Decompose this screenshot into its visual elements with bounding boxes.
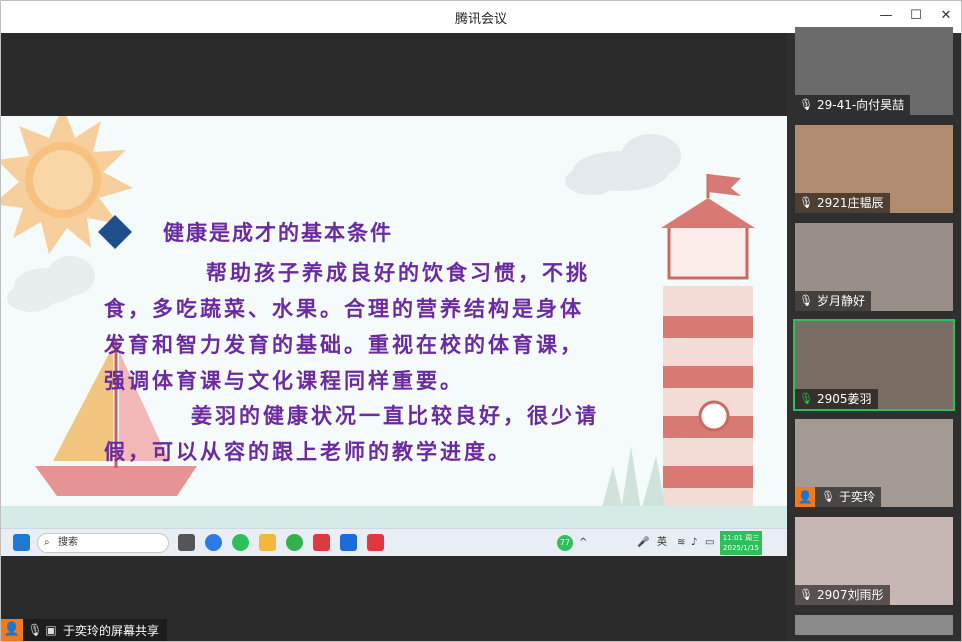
participant-sidebar[interactable]: 🎙 29-41-向付昊喆 🎙 2921庄韫辰 🎙 岁月静好 🎙 2905姜羽 👤… [787, 27, 961, 641]
edge-browser-icon [205, 534, 222, 551]
participant-name: 2905姜羽 [816, 392, 872, 406]
windows-start-icon [13, 534, 30, 551]
participant-name: 岁月静好 [816, 294, 865, 308]
screen-share-area: 健康是成才的基本条件 帮助孩子养成良好的饮食习惯，不挑 食，多吃蔬菜、水果。合理… [1, 33, 787, 641]
chevron-up-icon: ^ [579, 537, 588, 548]
participant-nameplate: 🎙 29-41-向付昊喆 [795, 95, 911, 115]
participant-tile[interactable]: 🎙 2907刘雨彤 [795, 517, 953, 605]
participant-name: 29-41-向付昊喆 [816, 98, 905, 112]
presenter-label: 于奕玲的屏幕共享 [63, 623, 160, 638]
mic-muted-icon: 🎙 [799, 294, 813, 307]
clock-time: 11:01 周三 [722, 534, 760, 542]
task-view-icon [178, 534, 195, 551]
taskbar-search-label: 搜索 [58, 537, 78, 548]
mic-muted-icon: 🎙 [799, 98, 813, 111]
screen-share-icon: ▣ [45, 623, 57, 637]
wps-doc-icon [367, 534, 384, 551]
participant-tile-active-speaker[interactable]: 🎙 2905姜羽 [793, 319, 955, 411]
mic-muted-icon: 🎙 [799, 196, 813, 209]
slide-text-block: 健康是成才的基本条件 帮助孩子养成良好的饮食习惯，不挑 食，多吃蔬菜、水果。合理… [1, 116, 787, 528]
wps-icon [313, 534, 330, 551]
slide-line: 姜羽的健康状况一直比较良好，很少请 [191, 403, 599, 428]
participant-tile-partial[interactable] [795, 615, 953, 635]
participant-tile[interactable]: 🎙 岁月静好 [795, 223, 953, 311]
slide-line: 强调体育课与文化课程同样重要。 [104, 368, 464, 393]
slide-heading: 健康是成才的基本条件 [163, 220, 393, 245]
wifi-icon: ≋ [677, 537, 686, 548]
participant-name: 2907刘雨彤 [816, 588, 884, 602]
participant-name: 2921庄韫辰 [816, 196, 884, 210]
participant-nameplate: 🎙 岁月静好 [795, 291, 871, 311]
mic-muted-icon: 🎙 [821, 490, 835, 503]
shared-slide: 健康是成才的基本条件 帮助孩子养成良好的饮食习惯，不挑 食，多吃蔬菜、水果。合理… [1, 116, 787, 528]
participant-tile[interactable]: 🎙 29-41-向付昊喆 [795, 27, 953, 115]
presenter-label-bar: 👤 🎙 ▣ 于奕玲的屏幕共享 [1, 619, 168, 641]
taskbar-search-box: ⌕ 搜索 [37, 533, 169, 553]
presenter-mic-icon: 🎙 [27, 623, 43, 637]
maximize-button[interactable]: ☐ [902, 5, 930, 27]
mic-tray-icon: 🎤 [637, 537, 650, 548]
participant-nameplate: 👤 🎙 于奕玲 [795, 487, 881, 507]
participant-tile[interactable]: 🎙 2921庄韫辰 [795, 125, 953, 213]
slide-line: 发育和智力发育的基础。重视在校的体育课， [104, 332, 584, 357]
slide-line: 假，可以从容的跟上老师的教学进度。 [104, 439, 512, 464]
mic-muted-icon: 🎙 [799, 588, 813, 601]
minimize-button[interactable]: — [872, 5, 900, 27]
search-icon: ⌕ [44, 537, 50, 548]
slide-line: 帮助孩子养成良好的饮食习惯，不挑 [206, 260, 590, 285]
ime-label: 英 [657, 537, 667, 548]
tencent-meeting-icon [340, 534, 357, 551]
close-button[interactable]: ✕ [932, 5, 960, 27]
file-explorer-icon [259, 534, 276, 551]
participant-tile[interactable]: 👤 🎙 于奕玲 [795, 419, 953, 507]
slide-line: 食，多吃蔬菜、水果。合理的营养结构是身体 [104, 296, 584, 321]
badge-count: 77 [557, 535, 573, 551]
mic-on-icon: 🎙 [799, 392, 813, 405]
battery-icon: ▭ [705, 537, 715, 548]
participant-nameplate: 🎙 2921庄韫辰 [795, 193, 890, 213]
presenter-avatar: 👤 [1, 619, 23, 641]
participant-nameplate: 🎙 2907刘雨彤 [795, 585, 890, 605]
participant-nameplate: 🎙 2905姜羽 [795, 389, 878, 409]
clock-date: 2025/1/15 [723, 544, 759, 552]
browser-icon [286, 534, 303, 551]
meeting-window: 腾讯会议 — ☐ ✕ 健康是成才的基本条件 帮助孩子养成良好的饮食习惯，不挑 食… [0, 0, 962, 642]
taskbar-clock: 11:01 周三 2025/1/15 [720, 531, 762, 555]
shared-taskbar: ⌕ 搜索 77 ^ 🎤 英 ≋ ♪ ▭ 11:01 周三 2025/1/15 [1, 528, 787, 556]
wechat-icon [232, 534, 249, 551]
participant-name: 于奕玲 [838, 490, 875, 504]
host-avatar-icon: 👤 [795, 487, 815, 507]
window-title: 腾讯会议 [454, 12, 507, 27]
volume-icon: ♪ [691, 537, 698, 548]
